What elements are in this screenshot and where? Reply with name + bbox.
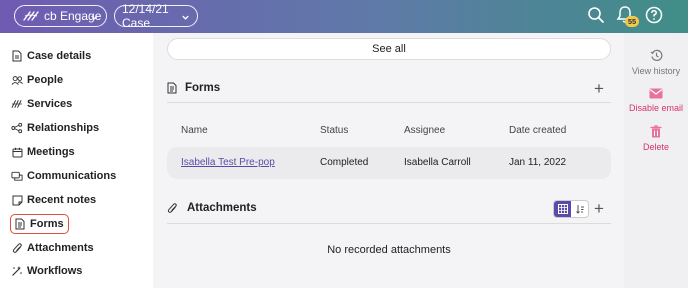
sidebar-item-label: Meetings <box>27 146 75 158</box>
rail-item-label: View history <box>631 66 681 76</box>
relationships-icon <box>11 122 23 134</box>
column-header-assignee: Assignee <box>404 125 446 136</box>
form-name-link[interactable]: Isabella Test Pre-pop <box>181 157 275 168</box>
sidebar-item-label: Attachments <box>27 242 94 254</box>
sidebar-item-attachments[interactable]: Attachments <box>11 238 94 258</box>
paperclip-icon <box>167 202 178 214</box>
view-toggle <box>553 200 589 218</box>
sort-icon[interactable] <box>571 201 588 217</box>
email-icon <box>624 88 688 101</box>
form-assignee: Isabella Carroll <box>404 157 471 168</box>
sidebar-item-label: Relationships <box>27 122 100 134</box>
main-content: See all Forms + Name Status Assignee Dat… <box>153 33 624 288</box>
grid-view-icon[interactable] <box>554 201 571 217</box>
form-status: Completed <box>320 157 369 168</box>
sidebar-item-label: People <box>27 74 64 86</box>
sidebar-item-label: Case details <box>27 50 92 62</box>
sidebar-item-recent-notes[interactable]: Recent notes <box>11 190 96 210</box>
app-logo-icon <box>23 10 39 22</box>
sidebar-item-label: Services <box>27 98 73 110</box>
top-header: cb Engage 12/14/21 Case 55 <box>0 0 688 33</box>
sidebar-item-meetings[interactable]: Meetings <box>11 142 75 162</box>
sidebar-item-label: Recent notes <box>27 194 97 206</box>
communications-icon <box>11 170 23 182</box>
action-rail: View history Disable email Delete <box>624 33 688 288</box>
section-divider <box>167 102 611 103</box>
empty-attachments-text: No recorded attachments <box>327 244 451 256</box>
disable-email-button[interactable]: Disable email <box>624 88 688 113</box>
forms-section-title: Forms <box>185 82 221 94</box>
see-all-button[interactable]: See all <box>167 38 611 60</box>
sidebar-item-label: Communications <box>27 170 117 182</box>
sidebar-item-relationships[interactable]: Relationships <box>11 118 99 138</box>
form-icon <box>167 82 177 94</box>
app-switcher[interactable]: cb Engage <box>14 5 107 27</box>
sidebar-item-people[interactable]: People <box>11 70 63 90</box>
history-icon <box>624 49 688 64</box>
note-icon <box>11 194 23 206</box>
column-header-status: Status <box>320 125 349 136</box>
forms-section-header: Forms <box>167 82 220 94</box>
search-icon[interactable] <box>587 6 605 29</box>
sidebar-item-label: Forms <box>30 218 64 230</box>
paperclip-icon <box>11 242 23 254</box>
sidebar-item-workflows[interactable]: Workflows <box>11 261 82 281</box>
chevron-down-icon <box>90 11 99 25</box>
notification-badge: 55 <box>625 16 639 27</box>
sidebar-item-forms[interactable]: Forms <box>10 214 69 234</box>
column-header-date-created: Date created <box>509 125 567 136</box>
section-divider <box>167 223 611 224</box>
attachments-section-title: Attachments <box>187 202 257 214</box>
form-icon <box>14 218 26 230</box>
sidebar-item-communications[interactable]: Communications <box>11 166 116 186</box>
form-date-created: Jan 11, 2022 <box>509 157 567 168</box>
attachments-section-header: Attachments <box>167 202 257 214</box>
case-switcher[interactable]: 12/14/21 Case <box>114 2 198 30</box>
sidebar: Case details People Services Relationshi… <box>0 33 153 288</box>
trash-icon <box>624 125 688 140</box>
column-header-name: Name <box>181 125 208 136</box>
services-icon <box>11 98 23 110</box>
rail-item-label: Disable email <box>628 103 684 113</box>
workflow-icon <box>11 265 23 277</box>
delete-button[interactable]: Delete <box>624 125 688 152</box>
sidebar-item-case-details[interactable]: Case details <box>11 46 91 66</box>
add-attachment-icon[interactable]: + <box>594 200 604 217</box>
sidebar-item-label: Workflows <box>27 265 83 277</box>
rail-item-label: Delete <box>642 142 669 152</box>
help-icon[interactable] <box>645 6 663 29</box>
view-history-button[interactable]: View history <box>624 49 688 76</box>
add-form-icon[interactable]: + <box>594 80 604 97</box>
chevron-down-icon <box>181 11 190 25</box>
calendar-icon <box>11 146 23 158</box>
document-icon <box>11 50 23 62</box>
sidebar-item-services[interactable]: Services <box>11 94 72 114</box>
people-icon <box>11 74 23 86</box>
